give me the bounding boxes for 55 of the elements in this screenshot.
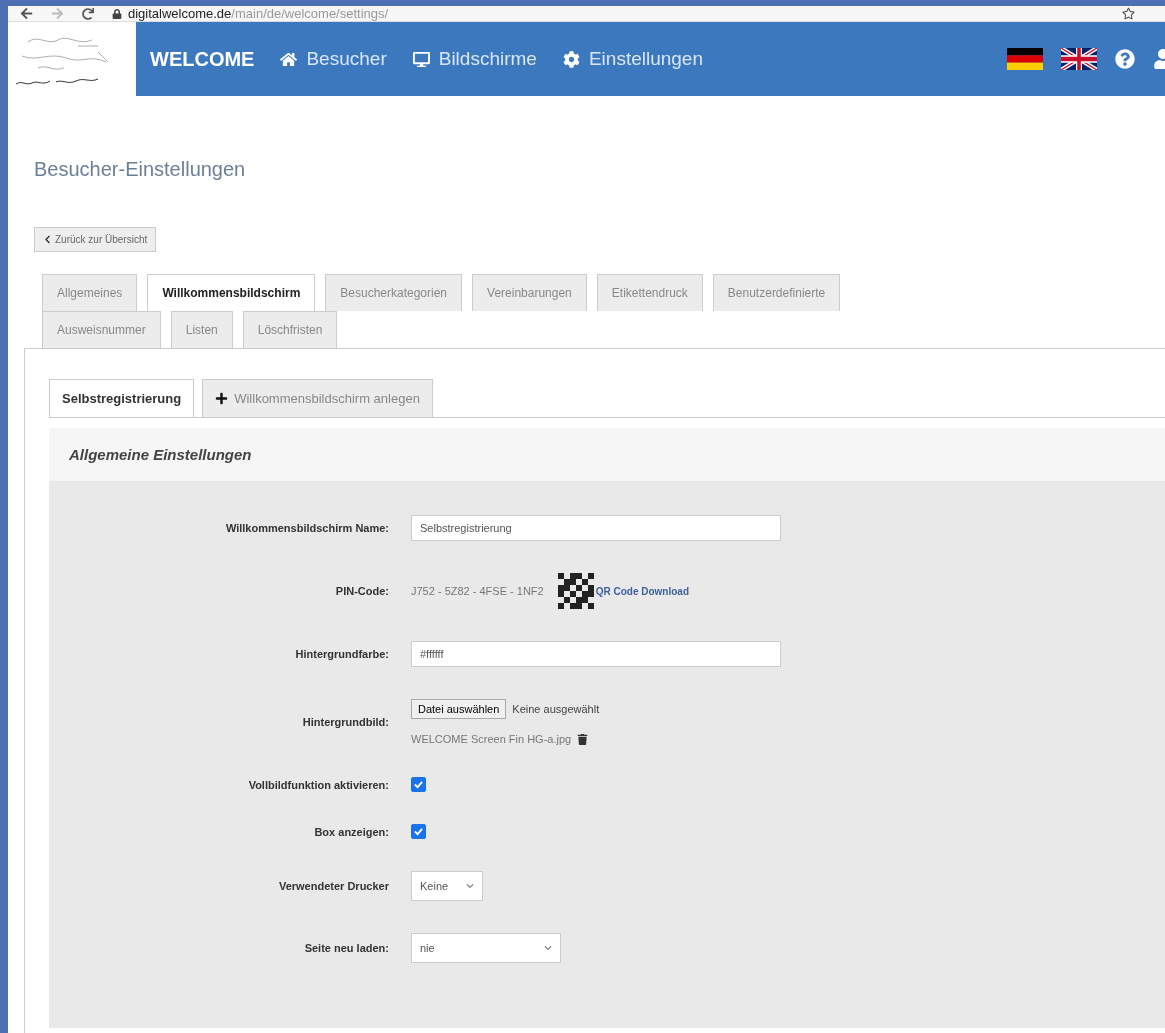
select-dropdown[interactable]: nie	[411, 933, 561, 963]
british-flag-icon[interactable]	[1061, 48, 1097, 70]
checkmark-icon	[414, 827, 423, 836]
field-label: PIN-Code:	[334, 585, 389, 597]
qr-download-link[interactable]: QR Code Download	[595, 585, 689, 597]
tab[interactable]: Vereinbarungen	[472, 274, 587, 311]
checkmark-icon	[414, 780, 423, 789]
german-flag-icon[interactable]	[1007, 48, 1043, 70]
reload-icon[interactable]	[82, 7, 94, 20]
page-title: Besucher-Einstellungen	[34, 158, 247, 181]
tab[interactable]: Allgemeines	[42, 274, 138, 311]
tab[interactable]: Löschfristen	[242, 311, 338, 348]
field-label: Box anzeigen:	[313, 825, 389, 838]
field-label: Hintergrundfarbe:	[294, 648, 389, 660]
field-label: Vollbildfunktion aktivieren:	[247, 778, 389, 791]
home-icon	[280, 50, 298, 68]
field-label: Hintergrundbild:	[301, 716, 389, 728]
nav-link[interactable]: Besucher	[280, 48, 387, 70]
file-name: WELCOME Screen Fin HG-a.jpg	[411, 733, 572, 745]
chevron-left-icon	[43, 235, 52, 244]
tab[interactable]: Benutzerdefinierte	[712, 274, 841, 311]
tab[interactable]: Besucherkategorien	[325, 274, 463, 311]
text-field[interactable]: Selbstregistrierung	[411, 515, 781, 541]
chevron-down-icon	[544, 944, 552, 952]
field-label: Willkommensbildschirm Name:	[224, 522, 389, 534]
chevron-down-icon	[466, 882, 474, 890]
trash-icon[interactable]	[577, 733, 589, 745]
add-tab[interactable]: Willkommensbildschirm anlegen	[202, 379, 433, 417]
brand-title: WELCOME	[150, 47, 255, 71]
pin-code: J752 - 5Z82 - 4FSE - 1NF2	[411, 585, 544, 597]
plus-icon	[215, 392, 229, 405]
field-label: Seite neu laden:	[303, 942, 389, 954]
field-label: Verwendeter Drucker	[277, 880, 389, 892]
tab[interactable]: Etikettendruck	[596, 274, 703, 311]
text-field[interactable]: #ffffff	[411, 641, 781, 667]
help-icon[interactable]	[1115, 49, 1135, 69]
tab[interactable]: Ausweisnummer	[42, 311, 161, 348]
settings-icon	[562, 50, 580, 68]
file-choose-button[interactable]: Datei auswählen	[411, 699, 507, 719]
qr-code-icon	[557, 573, 594, 609]
star-icon[interactable]	[1122, 7, 1135, 20]
section-title: Allgemeine Einstellungen	[49, 428, 1165, 481]
checkbox[interactable]	[411, 777, 426, 792]
tab[interactable]: Willkommensbildschirm	[147, 274, 316, 311]
lock-icon	[112, 8, 122, 19]
monitor-icon	[412, 50, 430, 68]
back-button[interactable]: Zurück zur Übersicht	[34, 227, 157, 252]
nav-link[interactable]: Einstellungen	[562, 48, 703, 70]
select-dropdown[interactable]: Keine	[411, 871, 483, 901]
tab[interactable]: Selbstregistrierung	[49, 379, 195, 417]
checkbox[interactable]	[411, 824, 426, 839]
nav-link[interactable]: Bildschirme	[412, 48, 537, 70]
back-icon[interactable]	[20, 7, 33, 20]
file-status: Keine ausgewählt	[512, 703, 600, 715]
tab[interactable]: Listen	[170, 311, 233, 348]
